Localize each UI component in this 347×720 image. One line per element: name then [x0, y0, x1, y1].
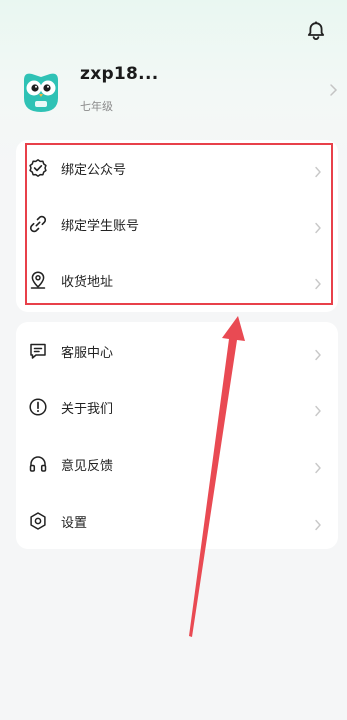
settings-icon: [28, 511, 48, 531]
menu-item-bind-official-account[interactable]: 绑定公众号: [16, 144, 338, 194]
chevron-right-icon: [328, 82, 338, 96]
username: zxp18...: [80, 64, 159, 84]
info-icon: [28, 397, 48, 417]
chevron-right-icon: [314, 346, 322, 361]
badge-check-icon: [28, 158, 48, 178]
profile-page: zxp18... 七年级 绑定公众号 绑定学生账号 收货地址 客服中心 关于我们…: [0, 0, 347, 720]
menu-item-customer-service[interactable]: 客服中心: [16, 327, 338, 377]
menu-item-label: 收货地址: [61, 275, 114, 290]
menu-item-feedback[interactable]: 意见反馈: [16, 440, 338, 490]
menu-item-label: 客服中心: [61, 346, 114, 361]
support-card: 客服中心 关于我们 意见反馈 设置: [16, 322, 338, 549]
menu-item-settings[interactable]: 设置: [16, 497, 338, 547]
chat-icon: [28, 341, 48, 361]
status-bar: [0, 0, 347, 10]
chevron-right-icon: [314, 402, 322, 417]
chevron-right-icon: [314, 459, 322, 474]
bell-icon[interactable]: [305, 20, 327, 42]
menu-item-label: 关于我们: [61, 402, 114, 417]
menu-item-label: 设置: [61, 516, 88, 531]
chevron-right-icon: [314, 275, 322, 290]
location-pin-icon: [28, 270, 48, 290]
headphones-icon: [28, 454, 48, 474]
chevron-right-icon: [314, 163, 322, 178]
menu-item-label: 绑定公众号: [61, 163, 127, 178]
chevron-right-icon: [314, 516, 322, 531]
menu-item-label: 绑定学生账号: [61, 219, 140, 234]
profile-header[interactable]: zxp18... 七年级: [18, 62, 338, 118]
menu-item-label: 意见反馈: [61, 459, 114, 474]
menu-item-shipping-address[interactable]: 收货地址: [16, 256, 338, 306]
chevron-right-icon: [314, 219, 322, 234]
account-binding-card: 绑定公众号 绑定学生账号 收货地址: [16, 140, 338, 312]
avatar[interactable]: [18, 68, 64, 114]
link-icon: [28, 214, 48, 234]
grade-label: 七年级: [80, 100, 113, 113]
menu-item-bind-student-account[interactable]: 绑定学生账号: [16, 200, 338, 250]
menu-item-about-us[interactable]: 关于我们: [16, 383, 338, 433]
